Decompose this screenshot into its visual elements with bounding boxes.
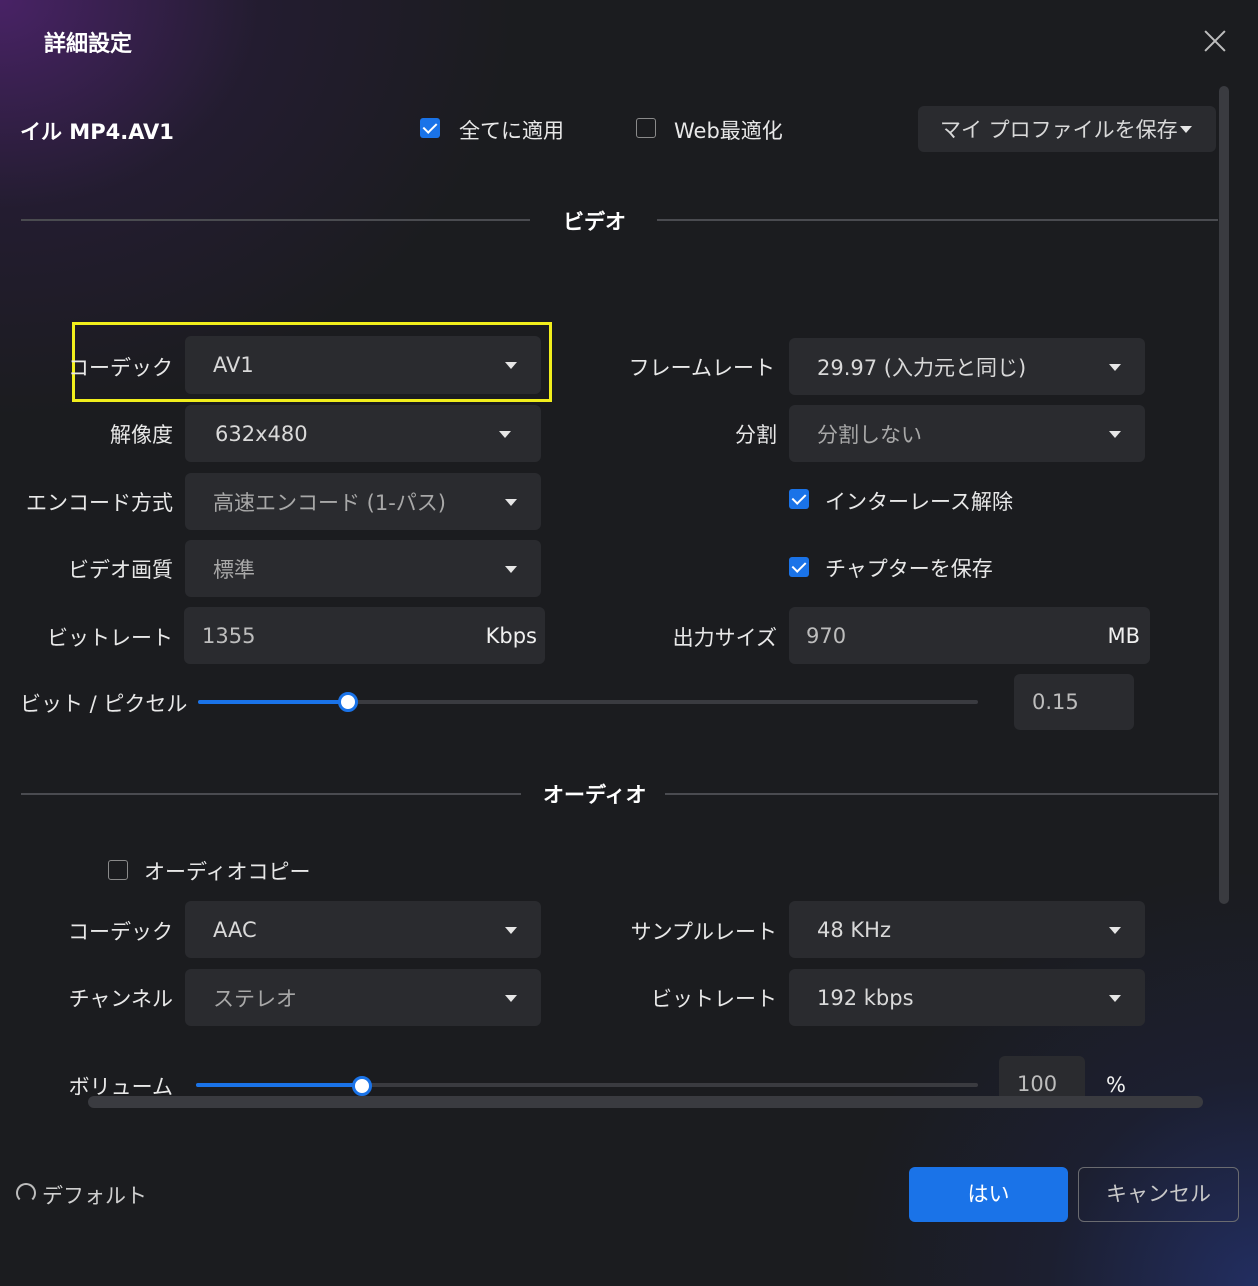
video-codec-label: コーデック	[68, 356, 173, 380]
deinterlace-label: インターレース解除	[825, 490, 1013, 514]
chevron-down-icon	[499, 430, 511, 438]
output-size-unit: MB	[1107, 623, 1140, 648]
bits-per-pixel-input[interactable]: 0.15	[1014, 674, 1134, 730]
keep-chapters-label: チャプターを保存	[825, 557, 993, 581]
channel-dropdown[interactable]: ステレオ	[185, 969, 541, 1026]
audio-bitrate-dropdown[interactable]: 192 kbps	[789, 969, 1145, 1026]
chevron-down-icon	[505, 362, 517, 369]
divider	[665, 793, 1218, 795]
volume-slider-fill	[196, 1083, 361, 1087]
volume-slider-handle[interactable]	[352, 1076, 372, 1096]
audio-bitrate-label: ビットレート	[651, 987, 777, 1011]
apply-all-checkbox[interactable]	[420, 118, 440, 138]
divider	[21, 219, 530, 221]
video-quality-dropdown[interactable]: 標準	[185, 540, 541, 597]
volume-slider-track[interactable]	[196, 1083, 978, 1087]
reset-icon[interactable]	[16, 1183, 36, 1203]
divider	[657, 219, 1218, 221]
video-quality-value: 標準	[213, 557, 255, 582]
web-optimize-label: Web最適化	[674, 119, 783, 143]
apply-all-label: 全てに適用	[459, 119, 564, 143]
audio-codec-dropdown[interactable]: AAC	[185, 901, 541, 958]
deinterlace-checkbox[interactable]	[789, 489, 809, 509]
horizontal-scrollbar[interactable]	[88, 1096, 1203, 1108]
chevron-down-icon	[1109, 994, 1121, 1002]
resolution-label: 解像度	[110, 423, 173, 447]
split-label: 分割	[735, 423, 777, 447]
sample-rate-value: 48 KHz	[817, 917, 891, 942]
chevron-down-icon	[1109, 430, 1121, 438]
framerate-dropdown[interactable]: 29.97 (入力元と同じ)	[789, 338, 1145, 395]
output-size-value: 970	[806, 623, 847, 648]
output-size-input[interactable]: 970 MB	[789, 607, 1150, 664]
volume-value: 100	[1017, 1072, 1058, 1096]
chevron-down-icon	[1109, 926, 1121, 934]
volume-input[interactable]: 100	[999, 1056, 1085, 1096]
save-profile-dropdown[interactable]: マイ プロファイルを保存	[918, 106, 1216, 152]
encode-mode-value: 高速エンコード (1-パス)	[213, 490, 446, 515]
encode-mode-label: エンコード方式	[26, 491, 173, 515]
bits-per-pixel-slider-fill	[198, 700, 347, 704]
framerate-label: フレームレート	[628, 356, 775, 380]
split-value: 分割しない	[817, 422, 922, 447]
bits-per-pixel-slider-track[interactable]	[198, 700, 978, 704]
default-button[interactable]: デフォルト	[42, 1180, 147, 1210]
sample-rate-label: サンプルレート	[630, 920, 777, 944]
video-codec-dropdown[interactable]: AV1	[185, 336, 541, 394]
split-dropdown[interactable]: 分割しない	[789, 405, 1145, 462]
bits-per-pixel-slider-handle[interactable]	[338, 692, 358, 712]
close-icon[interactable]	[1198, 24, 1232, 58]
encode-mode-dropdown[interactable]: 高速エンコード (1-パス)	[185, 473, 541, 530]
video-codec-value: AV1	[213, 353, 254, 377]
chevron-down-icon	[505, 926, 517, 934]
video-section-title: ビデオ	[563, 210, 626, 234]
bits-per-pixel-label: ビット / ピクセル	[20, 692, 188, 716]
sample-rate-dropdown[interactable]: 48 KHz	[789, 901, 1145, 958]
chevron-down-icon	[505, 498, 517, 506]
chevron-down-icon	[1180, 126, 1192, 133]
keep-chapters-checkbox[interactable]	[789, 557, 809, 577]
chevron-down-icon	[505, 994, 517, 1002]
divider	[21, 793, 521, 795]
save-profile-label: マイ プロファイルを保存	[940, 118, 1178, 142]
audio-copy-checkbox[interactable]	[108, 860, 128, 880]
output-size-label: 出力サイズ	[672, 626, 777, 650]
audio-bitrate-value: 192 kbps	[817, 985, 914, 1010]
vertical-scrollbar[interactable]	[1219, 86, 1229, 904]
audio-codec-label: コーデック	[68, 920, 173, 944]
resolution-value: 632x480	[215, 421, 308, 446]
video-quality-label: ビデオ画質	[68, 558, 173, 582]
volume-unit: %	[1106, 1073, 1126, 1097]
yes-button[interactable]: はい	[909, 1167, 1068, 1222]
channel-value: ステレオ	[213, 986, 297, 1011]
chevron-down-icon	[1109, 363, 1121, 371]
cancel-button[interactable]: キャンセル	[1078, 1167, 1239, 1222]
dialog-title: 詳細設定	[44, 32, 133, 57]
video-bitrate-value: 1355	[202, 623, 256, 648]
chevron-down-icon	[505, 565, 517, 573]
channel-label: チャンネル	[68, 987, 173, 1011]
format-label: イル MP4.AV1	[20, 120, 174, 144]
audio-copy-label: オーディオコピー	[144, 860, 311, 884]
framerate-value: 29.97 (入力元と同じ)	[817, 355, 1027, 380]
audio-section-title: オーディオ	[543, 783, 647, 807]
video-bitrate-label: ビットレート	[47, 626, 173, 650]
audio-codec-value: AAC	[213, 917, 257, 942]
resolution-dropdown[interactable]: 632x480	[185, 405, 541, 462]
video-bitrate-unit: Kbps	[485, 623, 537, 648]
video-bitrate-input[interactable]: 1355 Kbps	[184, 607, 545, 664]
bits-per-pixel-value: 0.15	[1032, 690, 1079, 714]
web-optimize-checkbox[interactable]	[636, 118, 656, 138]
